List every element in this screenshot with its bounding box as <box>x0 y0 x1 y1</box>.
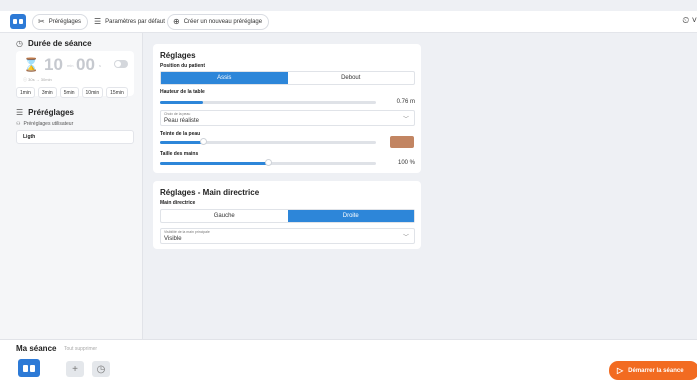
clock-icon[interactable]: ⏲ ˅ <box>682 15 697 26</box>
dominant-hand-label: Main directrice <box>160 200 196 206</box>
chevron-down-icon: ﹀ <box>402 117 409 123</box>
session-duration-heading: ◷ Durée de séance <box>16 39 92 48</box>
left-sidebar: ◷ Durée de séance ⌛ 10 min 00 s ⓘ 30s → … <box>0 33 143 339</box>
top-bar: ✂ Préréglages ☰ Paramètres par défaut ⊕ … <box>0 11 697 33</box>
position-standing-option[interactable]: Debout <box>288 72 415 84</box>
skin-tint-swatch[interactable] <box>390 136 414 148</box>
position-seated-option[interactable]: Assis <box>161 72 288 84</box>
add-icon[interactable]: + <box>66 361 84 377</box>
sliders-icon: ☰ <box>94 17 102 26</box>
table-height-value: 0.76 m <box>396 99 415 105</box>
settings-panel: Réglages Position du patient Assis Debou… <box>153 44 421 173</box>
preset-5min[interactable]: 5min <box>59 87 79 98</box>
preset-item-ligth[interactable]: Ligth <box>16 130 134 144</box>
duration-presets: 1min 3min 5min 10min 15min <box>16 87 128 98</box>
default-settings-button[interactable]: ☰ Paramètres par défaut <box>88 14 172 30</box>
chevron-down-icon: ﹀ <box>402 235 409 241</box>
clock-icon: ◷ <box>16 39 23 48</box>
hand-right-option[interactable]: Droite <box>287 210 414 222</box>
hand-size-slider[interactable] <box>160 159 376 166</box>
users-icon: ⚇ <box>16 121 21 127</box>
dominant-hand-title: Réglages - Main directrice <box>160 188 260 197</box>
info-icon: ⓘ <box>23 77 27 82</box>
start-session-button[interactable]: ▷ Démarrer la séance <box>609 361 697 380</box>
timer-seconds[interactable]: 00 <box>76 55 95 75</box>
patient-position-toggle: Assis Debout <box>160 71 415 85</box>
preset-3min[interactable]: 3min <box>37 87 57 98</box>
app-logo <box>10 14 26 29</box>
hand-left-option[interactable]: Gauche <box>161 210 288 222</box>
skin-tint-slider[interactable] <box>160 138 376 145</box>
preset-1min[interactable]: 1min <box>16 87 35 98</box>
timer-minutes-unit: min <box>67 63 74 68</box>
main-hand-visibility-select[interactable]: Visibilité de la main principale Visible… <box>160 228 415 244</box>
preset-10min[interactable]: 10min <box>81 87 104 98</box>
sliders-icon: ☰ <box>16 108 24 117</box>
presets-heading: ☰ Préréglages <box>16 108 74 117</box>
table-height-slider[interactable] <box>160 101 376 104</box>
skin-tint-label: Teinte de la peau <box>160 131 201 137</box>
timer-toggle[interactable] <box>114 60 128 68</box>
plus-circle-icon: ⊕ <box>173 17 180 26</box>
play-icon: ▷ <box>617 366 624 375</box>
session-item-thumbnail[interactable] <box>18 359 40 377</box>
hand-size-value: 100 % <box>397 160 415 166</box>
patient-position-label: Position du patient <box>160 63 205 69</box>
my-session-title: Ma séance <box>16 344 57 353</box>
presets-button[interactable]: ✂ Préréglages <box>32 14 89 30</box>
user-presets-label: ⚇ Préréglages utilisateur <box>16 121 74 127</box>
dominant-hand-toggle: Gauche Droite <box>160 209 415 223</box>
timer-icon[interactable]: ◷ <box>92 361 110 377</box>
skin-choice-select[interactable]: Choix de la peau Peau réaliste ﹀ <box>160 110 415 126</box>
settings-title: Réglages <box>160 51 196 60</box>
timer-range: ⓘ 30s → 30min <box>23 77 52 82</box>
tools-icon: ✂ <box>38 17 45 26</box>
timer-seconds-unit: s <box>99 63 101 68</box>
session-bar: Ma séance Tout supprimer + ◷ ▷ Démarrer … <box>0 339 697 380</box>
timer-minutes[interactable]: 10 <box>44 55 63 75</box>
create-preset-button[interactable]: ⊕ Créer un nouveau préréglage <box>167 14 270 30</box>
dominant-hand-panel: Réglages - Main directrice Main directri… <box>153 181 421 249</box>
preset-15min[interactable]: 15min <box>106 87 128 98</box>
hand-size-label: Taille des mains <box>160 151 199 157</box>
delete-all-link[interactable]: Tout supprimer <box>64 346 97 352</box>
table-height-label: Hauteur de la table <box>160 89 205 95</box>
hourglass-icon: ⌛ <box>23 57 40 72</box>
